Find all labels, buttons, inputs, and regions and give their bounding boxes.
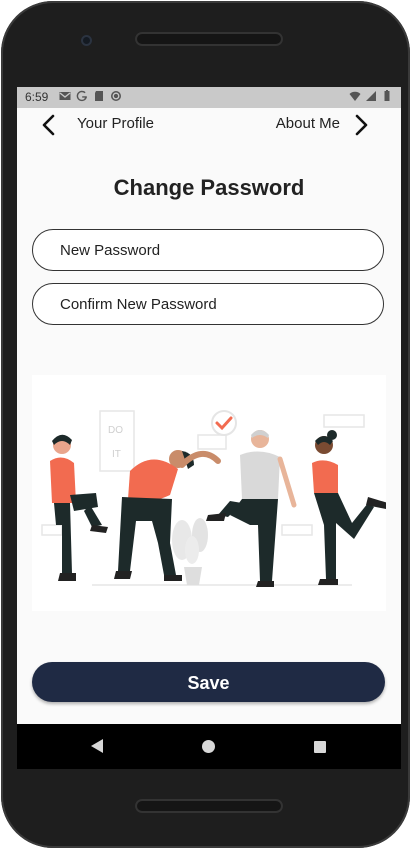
nav-your-profile-link[interactable]: Your Profile — [77, 115, 154, 132]
confirm-password-input[interactable] — [33, 284, 383, 324]
google-icon — [76, 90, 87, 102]
do-it-sign-text: DO — [108, 425, 123, 436]
status-bar: 6:59 — [17, 87, 401, 108]
nav-back-icon[interactable] — [90, 739, 104, 753]
nav-about-me-link[interactable]: About Me — [276, 115, 340, 132]
front-camera — [81, 35, 92, 46]
phone-frame: 6:59 Your Profile About Me Change Passwo… — [1, 1, 410, 848]
nav-home-icon[interactable] — [202, 740, 215, 753]
do-it-sign-text-2: IT — [112, 449, 121, 460]
status-time: 6:59 — [25, 90, 49, 104]
new-password-field — [32, 229, 384, 271]
android-nav-bar — [17, 724, 401, 769]
chevron-right-icon[interactable] — [349, 113, 373, 137]
bottom-speaker — [135, 799, 283, 813]
wifi-icon — [349, 91, 361, 101]
chevron-left-icon[interactable] — [37, 113, 61, 137]
confirm-password-field — [32, 283, 384, 325]
new-password-input[interactable] — [33, 230, 383, 270]
signal-icon — [366, 91, 376, 101]
check-badge-icon — [211, 410, 237, 436]
screen: 6:59 Your Profile About Me Change Passwo… — [17, 87, 401, 769]
figure-3 — [206, 430, 297, 587]
top-navigation: Your Profile About Me — [17, 109, 401, 139]
sync-icon — [111, 91, 121, 101]
stretching-people-illustration: DO IT — [32, 375, 386, 611]
figure-4 — [312, 430, 386, 585]
battery-icon — [384, 90, 390, 101]
earpiece-speaker — [135, 32, 283, 46]
figure-2 — [114, 450, 221, 581]
notification-icons — [59, 90, 122, 102]
sd-card-icon — [95, 91, 103, 101]
plant-icon — [172, 518, 208, 585]
save-button[interactable]: Save — [32, 662, 385, 702]
page-title: Change Password — [113, 175, 305, 200]
gmail-icon — [59, 92, 71, 100]
system-icons — [349, 90, 393, 102]
nav-recents-icon[interactable] — [314, 741, 326, 753]
